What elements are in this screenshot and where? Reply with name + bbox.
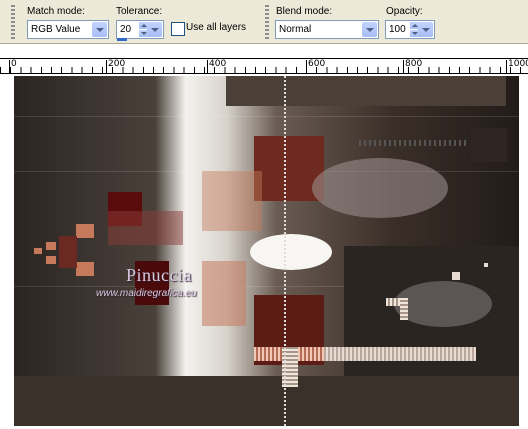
dropdown-arrow-icon[interactable] bbox=[147, 22, 162, 37]
bottom-band bbox=[14, 376, 519, 426]
arrow-block bbox=[76, 262, 94, 276]
image-canvas[interactable] bbox=[14, 76, 519, 426]
ruler-label: 400 bbox=[209, 59, 227, 69]
ruler-major-tick bbox=[506, 60, 507, 74]
tolerance-field[interactable]: 20 bbox=[116, 20, 164, 39]
ruler-label: 600 bbox=[308, 59, 326, 69]
white-ellipse bbox=[250, 234, 332, 270]
dropdown-arrow-icon[interactable] bbox=[362, 22, 377, 37]
opacity-field[interactable]: 100 bbox=[385, 20, 435, 39]
grey-ellipse bbox=[312, 158, 448, 218]
dotted-horizontal bbox=[359, 140, 469, 146]
ruler-label: 0 bbox=[11, 59, 17, 69]
dropdown-arrow-icon[interactable] bbox=[92, 22, 107, 37]
arrow-block bbox=[46, 256, 56, 264]
tiny-dot bbox=[484, 263, 488, 267]
toolbar-grip-icon[interactable] bbox=[265, 5, 269, 39]
watermark-name: Pinuccia bbox=[126, 265, 192, 285]
arrow-block bbox=[59, 236, 77, 268]
blend-mode-value: Normal bbox=[279, 24, 312, 35]
opacity-label: Opacity: bbox=[386, 6, 423, 17]
match-mode-value: RGB Value bbox=[31, 24, 81, 35]
arrow-block bbox=[34, 248, 42, 254]
ruler-major-tick bbox=[207, 60, 208, 74]
texture-line bbox=[14, 116, 519, 117]
tiny-square bbox=[452, 272, 460, 280]
dark-small-square bbox=[471, 128, 507, 162]
ruler-major-tick bbox=[403, 60, 404, 74]
tool-options-bar: Match mode: RGB Value Tolerance: 20 Use … bbox=[0, 0, 528, 44]
match-mode-label: Match mode: bbox=[27, 6, 85, 17]
ruler-major-tick bbox=[106, 60, 107, 74]
opacity-value: 100 bbox=[389, 24, 406, 35]
ruler-major-tick bbox=[306, 60, 307, 74]
use-all-layers-label: Use all layers bbox=[186, 22, 247, 33]
grey-ellipse-small bbox=[394, 281, 492, 327]
toolbar-grip-icon[interactable] bbox=[11, 5, 15, 39]
salmon-tall bbox=[202, 261, 246, 326]
arrow-block bbox=[76, 224, 94, 238]
ruler-label: 800 bbox=[405, 59, 423, 69]
striped-mini-stem bbox=[400, 298, 408, 320]
watermark-url: www.maidiregrafica.eu bbox=[96, 288, 197, 299]
salmon-square bbox=[202, 171, 262, 231]
use-all-layers-checkbox[interactable] bbox=[171, 22, 185, 36]
tolerance-label: Tolerance: bbox=[116, 6, 163, 17]
ruler-ticks bbox=[0, 67, 528, 74]
tolerance-slider[interactable] bbox=[117, 38, 127, 41]
match-mode-select[interactable]: RGB Value bbox=[27, 20, 109, 39]
ruler-label: 200 bbox=[108, 59, 126, 69]
blend-mode-label: Blend mode: bbox=[276, 6, 333, 17]
tolerance-value: 20 bbox=[120, 24, 132, 35]
top-band bbox=[226, 76, 506, 106]
dropdown-arrow-icon[interactable] bbox=[418, 22, 433, 37]
ruler-label: 1000 bbox=[508, 59, 528, 69]
horizontal-ruler: 0 200 400 600 800 1000 bbox=[0, 58, 528, 74]
blend-mode-select[interactable]: Normal bbox=[275, 20, 379, 39]
arrow-block bbox=[46, 242, 56, 250]
rose-square bbox=[108, 211, 183, 245]
dotted-vertical bbox=[284, 76, 286, 426]
ruler-major-tick bbox=[9, 60, 10, 74]
